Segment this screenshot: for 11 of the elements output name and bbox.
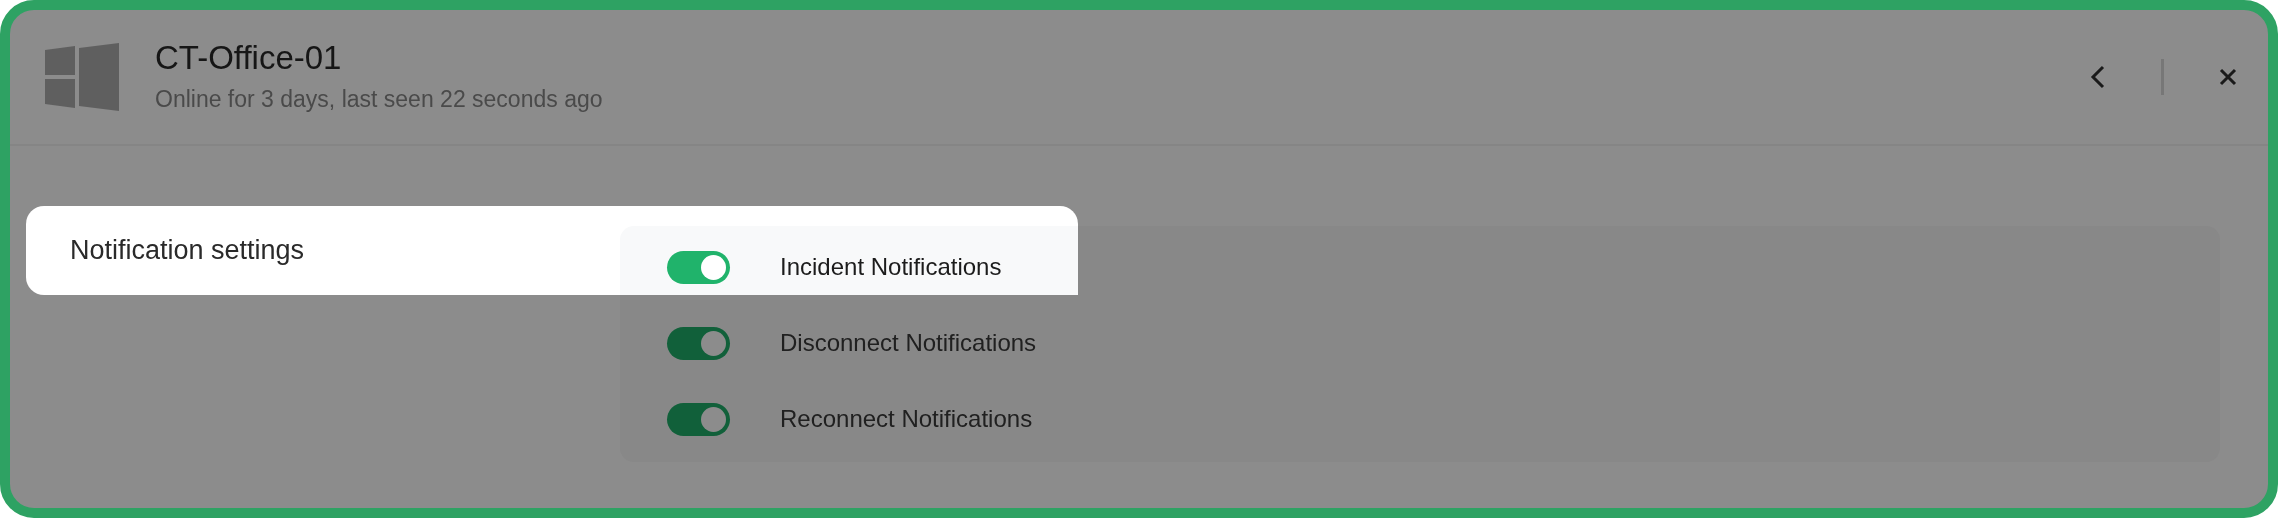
device-title: CT-Office-01 (155, 37, 343, 78)
toggle-label: Disconnect Notifications (780, 328, 1037, 358)
toggle-switch[interactable] (667, 326, 730, 360)
toggle-label: Reconnect Notifications (780, 404, 1033, 434)
device-status: Online for 3 days, last seen 22 seconds ago (155, 84, 604, 114)
chevron-left-icon (2089, 64, 2107, 90)
toggle-switch[interactable] (667, 402, 730, 436)
windows-logo-icon (45, 43, 119, 111)
section-title: Notification settings (70, 234, 306, 267)
close-icon (2218, 67, 2238, 87)
toggle-label: Incident Notifications (780, 252, 1002, 282)
